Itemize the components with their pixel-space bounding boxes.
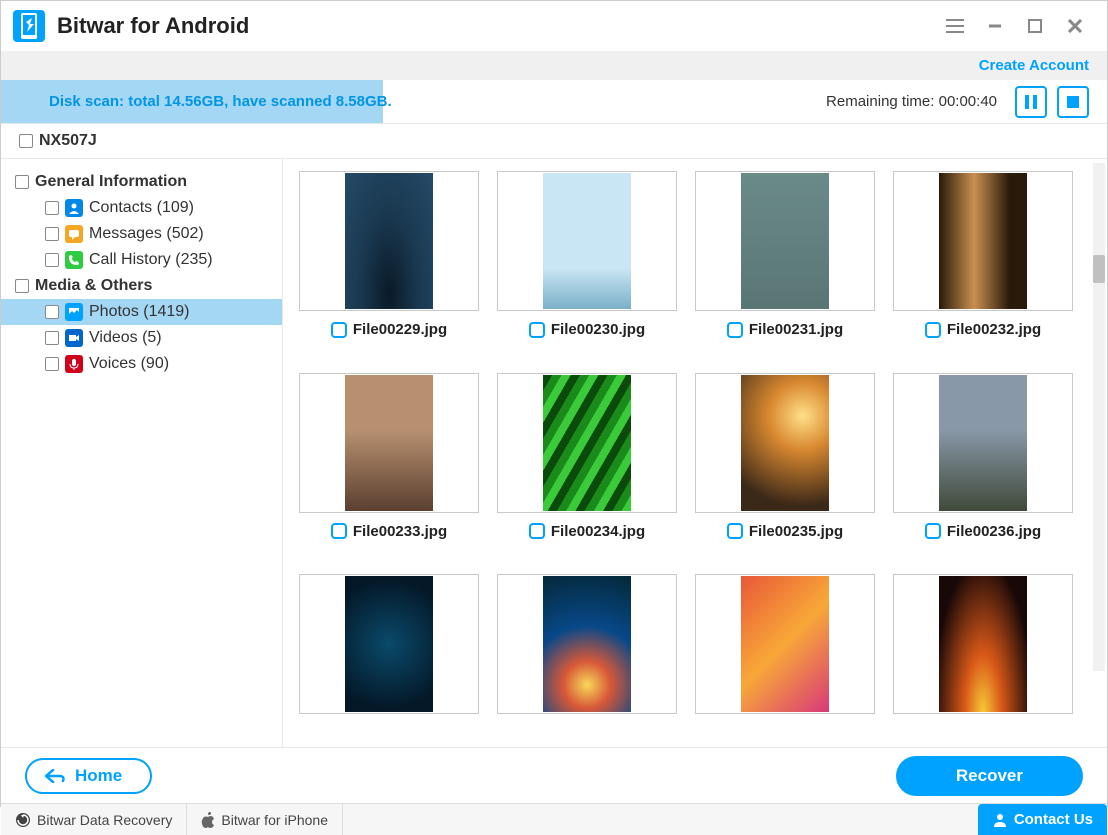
file-checkbox[interactable]	[925, 322, 941, 338]
apple-icon	[201, 812, 215, 828]
home-button[interactable]: Home	[25, 758, 152, 794]
scrollbar[interactable]	[1093, 163, 1105, 671]
item-checkbox[interactable]	[45, 253, 59, 267]
photo-cell[interactable]: File00234.jpg	[495, 373, 679, 561]
app-title: Bitwar for Android	[57, 13, 249, 39]
file-checkbox[interactable]	[727, 322, 743, 338]
bottom-bar: Bitwar Data Recovery Bitwar for iPhone C…	[1, 803, 1107, 835]
contact-icon	[992, 812, 1008, 828]
tree-item-call-history[interactable]: Call History (235)	[1, 247, 282, 273]
photo-cell[interactable]: File00233.jpg	[297, 373, 481, 561]
device-name: NX507J	[39, 132, 97, 150]
minimize-icon[interactable]	[975, 6, 1015, 46]
file-checkbox[interactable]	[727, 523, 743, 539]
contact-us-button[interactable]: Contact Us	[978, 804, 1107, 835]
scan-status-bar: Disk scan: total 14.56GB, have scanned 8…	[1, 80, 1107, 124]
photo-cell[interactable]: File00232.jpg	[891, 171, 1075, 359]
file-checkbox[interactable]	[925, 523, 941, 539]
recovery-icon	[15, 812, 31, 828]
item-checkbox[interactable]	[45, 305, 59, 319]
item-checkbox[interactable]	[45, 201, 59, 215]
titlebar: Bitwar for Android	[1, 1, 1107, 51]
contacts-icon	[65, 199, 83, 217]
scan-status-text: Disk scan: total 14.56GB, have scanned 8…	[1, 93, 392, 110]
file-checkbox[interactable]	[331, 523, 347, 539]
messages-icon	[65, 225, 83, 243]
file-checkbox[interactable]	[331, 322, 347, 338]
photos-icon	[65, 303, 83, 321]
account-bar: Create Account	[1, 51, 1107, 80]
photo-cell[interactable]: File00230.jpg	[495, 171, 679, 359]
create-account-link[interactable]: Create Account	[979, 57, 1089, 74]
category-tree: General Information Contacts (109) Messa…	[1, 159, 283, 747]
link-bitwar-iphone[interactable]: Bitwar for iPhone	[187, 804, 343, 835]
item-checkbox[interactable]	[45, 227, 59, 241]
voices-icon	[65, 355, 83, 373]
maximize-icon[interactable]	[1015, 6, 1055, 46]
tree-item-voices[interactable]: Voices (90)	[1, 351, 282, 377]
phone-icon	[65, 251, 83, 269]
photo-cell[interactable]	[891, 574, 1075, 735]
menu-icon[interactable]	[935, 6, 975, 46]
close-icon[interactable]	[1055, 6, 1095, 46]
stop-button[interactable]	[1057, 86, 1089, 118]
file-checkbox[interactable]	[529, 322, 545, 338]
photo-cell[interactable]	[693, 574, 877, 735]
link-bitwar-data-recovery[interactable]: Bitwar Data Recovery	[1, 804, 187, 835]
remaining-time: Remaining time: 00:00:40	[826, 93, 997, 110]
tree-item-videos[interactable]: Videos (5)	[1, 325, 282, 351]
tree-group-general[interactable]: General Information	[1, 169, 282, 195]
file-checkbox[interactable]	[529, 523, 545, 539]
photo-cell[interactable]	[495, 574, 679, 735]
tree-item-contacts[interactable]: Contacts (109)	[1, 195, 282, 221]
pause-button[interactable]	[1015, 86, 1047, 118]
photo-cell[interactable]: File00235.jpg	[693, 373, 877, 561]
photo-cell[interactable]	[297, 574, 481, 735]
tree-item-photos[interactable]: Photos (1419)	[1, 299, 282, 325]
scan-progress: Disk scan: total 14.56GB, have scanned 8…	[1, 80, 649, 123]
item-checkbox[interactable]	[45, 331, 59, 345]
item-checkbox[interactable]	[45, 357, 59, 371]
photo-grid: File00229.jpg File00230.jpg File00231.jp…	[283, 159, 1107, 747]
recover-button[interactable]: Recover	[896, 756, 1083, 796]
photo-cell[interactable]: File00229.jpg	[297, 171, 481, 359]
back-arrow-icon	[45, 769, 65, 783]
device-row: NX507J	[1, 124, 1107, 159]
action-bar: Home Recover	[1, 747, 1107, 803]
tree-item-messages[interactable]: Messages (502)	[1, 221, 282, 247]
scrollbar-thumb[interactable]	[1093, 255, 1105, 283]
group-checkbox[interactable]	[15, 279, 29, 293]
tree-group-media[interactable]: Media & Others	[1, 273, 282, 299]
device-checkbox[interactable]	[19, 134, 33, 148]
photo-cell[interactable]: File00231.jpg	[693, 171, 877, 359]
group-checkbox[interactable]	[15, 175, 29, 189]
app-logo	[13, 10, 45, 42]
videos-icon	[65, 329, 83, 347]
photo-cell[interactable]: File00236.jpg	[891, 373, 1075, 561]
